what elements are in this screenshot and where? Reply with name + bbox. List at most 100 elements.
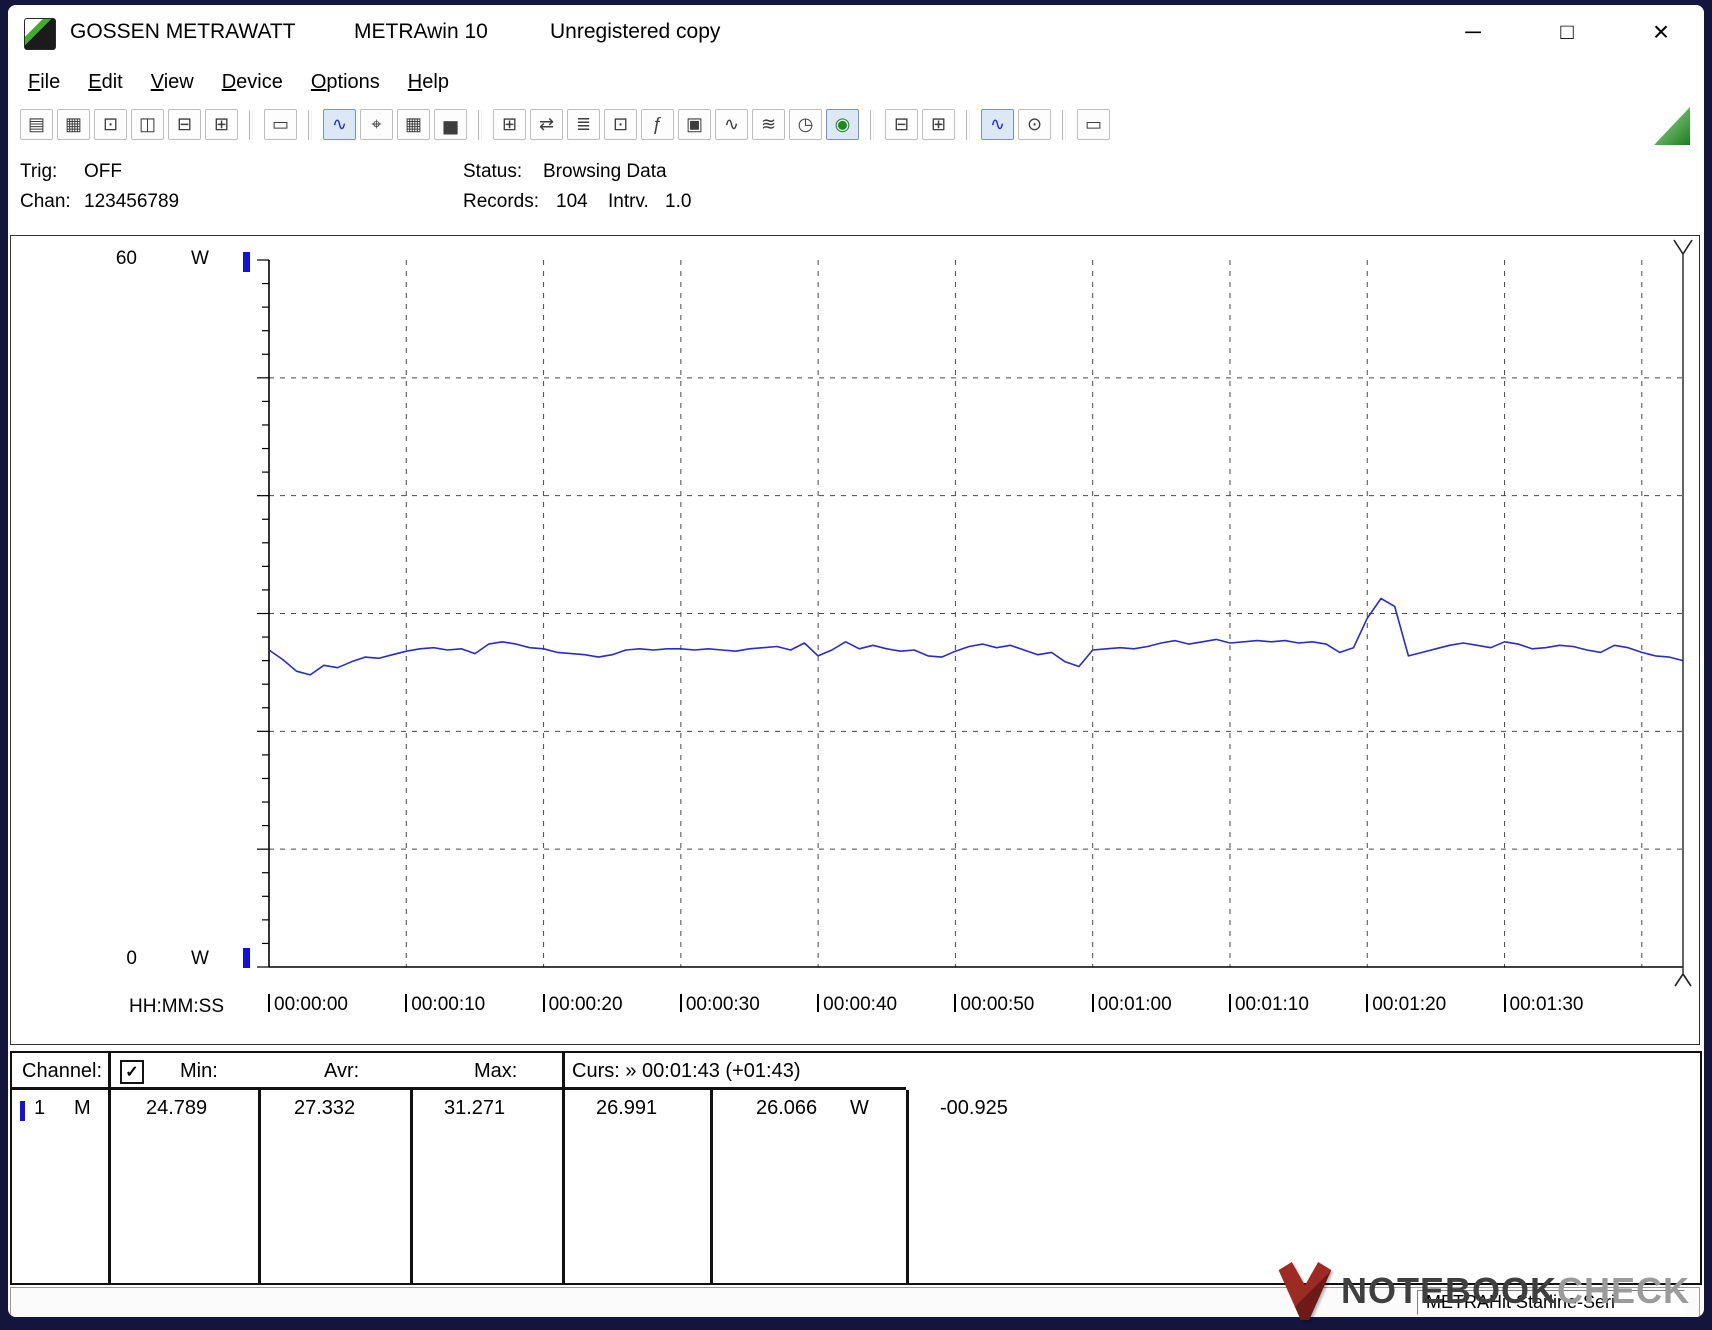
menu-device[interactable]: Device <box>208 67 297 98</box>
arrange-windows-icon[interactable]: ⊞ <box>493 109 526 140</box>
annotation-icon[interactable]: ▭ <box>1077 109 1110 140</box>
save-icon[interactable]: ▤ <box>20 109 53 140</box>
trig-value: OFF <box>84 161 122 182</box>
x-tick-label: 00:01:00 <box>1091 994 1172 1016</box>
column-divider <box>108 1053 111 1283</box>
interval-label: Intrv. <box>608 191 649 212</box>
close-button-icon[interactable]: × <box>1644 15 1678 49</box>
toolbar-separator <box>966 109 970 140</box>
export-data-icon[interactable]: ⊟ <box>168 109 201 140</box>
x-tick-label: 00:00:30 <box>679 994 760 1016</box>
brand-title: GOSSEN METRAWATT <box>70 20 296 43</box>
channel-header: Channel: <box>22 1060 103 1082</box>
license-label: Unregistered copy <box>550 20 721 43</box>
menu-view[interactable]: View <box>137 67 208 98</box>
save-all-icon[interactable]: ▦ <box>57 109 90 140</box>
menu-options[interactable]: Options <box>297 67 394 98</box>
y-axis-unit-bottom: W <box>191 948 209 969</box>
cursor1-value: 26.991 <box>596 1097 658 1119</box>
cursor2-unit: W <box>850 1097 869 1119</box>
max-value: 31.271 <box>444 1097 506 1119</box>
channel-visibility-checkbox[interactable]: ✓ <box>120 1060 144 1084</box>
x-tick-label: 00:00:20 <box>542 994 623 1016</box>
column-divider <box>906 1090 909 1283</box>
maximize-button-icon[interactable]: □ <box>1550 15 1584 49</box>
bar-graph-icon[interactable]: ▅ <box>434 109 467 140</box>
toolbar-separator <box>308 109 312 140</box>
zoom-search-icon[interactable]: ⊙ <box>1018 109 1051 140</box>
data-transfer-icon[interactable]: ⇄ <box>530 109 563 140</box>
y-axis-unit-top: W <box>191 248 209 269</box>
column-divider <box>410 1090 413 1283</box>
notebookcheck-watermark: NOTEBOOKCHECK <box>1275 1262 1690 1320</box>
menu-edit[interactable]: Edit <box>74 67 136 98</box>
toolbar: ▤ ▦ ⊡ ◫ ⊟ ⊞ ▭ ∿ ⌖ ▦ ▅ ⊞ ⇄ ≣ ⊡ ƒ ▣ ∿ ≋ ◷ ◉ ⊟ ⊞ ∿ ⊙ ▭ <box>8 101 1704 153</box>
notebookcheck-logo-icon <box>1275 1262 1335 1320</box>
channel-number: 1 <box>34 1097 46 1119</box>
open-file-icon[interactable]: ⊡ <box>94 109 127 140</box>
print-icon[interactable]: ⊟ <box>885 109 918 140</box>
table-view-icon[interactable]: ▦ <box>397 109 430 140</box>
avr-header: Avr: <box>324 1060 360 1082</box>
wave-high-icon[interactable]: ≋ <box>752 109 785 140</box>
channel-color-marker-top <box>243 252 250 272</box>
y-axis-min-label: 0 <box>126 948 137 969</box>
plot-area[interactable] <box>257 239 1693 987</box>
watermark-text-bold: NOTEBOOK <box>1340 1270 1557 1311</box>
toolbar-separator <box>249 109 253 140</box>
menu-file[interactable]: File <box>14 67 74 98</box>
min-header: Min: <box>180 1060 218 1082</box>
power-trace-line <box>268 597 1684 676</box>
status-label: Status: <box>463 161 523 182</box>
export-display-icon[interactable]: ◫ <box>131 109 164 140</box>
channel-setup-icon[interactable]: ≣ <box>567 109 600 140</box>
crosshair-icon[interactable]: ⌖ <box>360 109 393 140</box>
zoom-wave-icon[interactable]: ∿ <box>981 109 1014 140</box>
formula-icon[interactable]: ƒ <box>641 109 674 140</box>
records-label: Records: <box>463 191 540 212</box>
trend-view-icon[interactable]: ∿ <box>323 109 356 140</box>
delta-value: -00.925 <box>940 1097 1008 1119</box>
trig-label: Trig: <box>20 161 58 182</box>
app-window: GOSSEN METRAWATT METRAwin 10 Unregistere… <box>8 5 1704 1317</box>
max-header: Max: <box>474 1060 518 1082</box>
wave-low-icon[interactable]: ∿ <box>715 109 748 140</box>
toolbar-separator <box>1062 109 1066 140</box>
channel-color-marker-bottom <box>243 948 250 968</box>
export-report-icon[interactable]: ⊞ <box>205 109 238 140</box>
x-tick-label: 00:01:30 <box>1503 994 1584 1016</box>
window-controls: ─ □ × <box>1456 15 1678 49</box>
cursor-header: Curs: » 00:01:43 (+01:43) <box>572 1060 801 1082</box>
x-axis-tick-row: 00:00:00 00:00:10 00:00:20 00:00:30 00:00:40… <box>11 994 1699 1024</box>
title-bar: GOSSEN METRAWATT METRAwin 10 Unregistere… <box>8 5 1704 63</box>
watermark-text-light: CHECK <box>1556 1270 1690 1311</box>
lcd-display-icon[interactable]: ▭ <box>264 109 297 140</box>
channel-row-marker <box>20 1101 25 1121</box>
device-settings-icon[interactable]: ▣ <box>678 109 711 140</box>
header-underline <box>12 1087 906 1090</box>
interval-value: 1.0 <box>665 191 692 212</box>
toolbar-separator <box>478 109 482 140</box>
menu-help[interactable]: Help <box>394 67 463 98</box>
power-trend-chart[interactable] <box>257 239 1693 987</box>
connection-status-triangle-icon <box>1654 107 1690 145</box>
stopwatch-icon[interactable]: ◉ <box>826 109 859 140</box>
status-panel: Trig: OFF Chan: 123456789 Status: Browsi… <box>8 153 1704 235</box>
records-value: 104 <box>556 191 588 212</box>
column-divider <box>710 1090 713 1283</box>
x-tick-label: 00:00:00 <box>268 994 348 1016</box>
column-divider <box>562 1053 565 1283</box>
cursor-bottom-marker-icon <box>1674 972 1692 987</box>
channel-data-panel: Channel: ✓ Min: Avr: Max: Curs: » 00:01:… <box>10 1051 1702 1285</box>
monitor-icon[interactable]: ⊡ <box>604 109 637 140</box>
x-tick-label: 00:00:10 <box>405 994 485 1016</box>
x-tick-label: 00:01:20 <box>1366 994 1446 1016</box>
minimize-button-icon[interactable]: ─ <box>1456 15 1490 49</box>
x-tick-label: 00:01:10 <box>1228 994 1309 1016</box>
clock-icon[interactable]: ◷ <box>789 109 822 140</box>
x-tick-label: 00:00:50 <box>954 994 1034 1016</box>
print-preview-icon[interactable]: ⊞ <box>922 109 955 140</box>
checkmark-icon: ✓ <box>125 1064 139 1081</box>
y-axis-max-label: 60 <box>115 248 137 269</box>
toolbar-separator <box>870 109 874 140</box>
